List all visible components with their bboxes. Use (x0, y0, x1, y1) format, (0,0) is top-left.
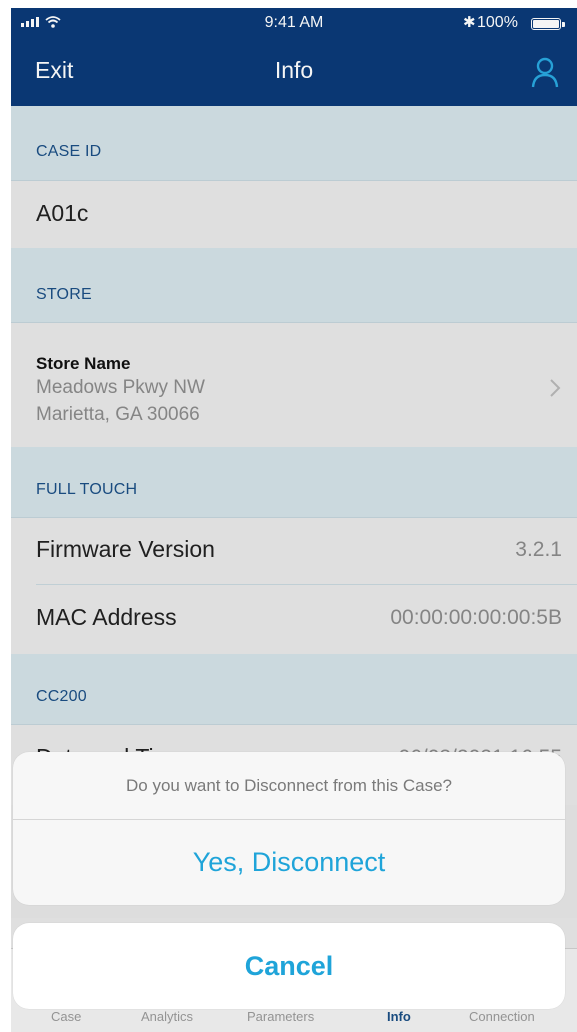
cancel-button[interactable]: Cancel (13, 923, 565, 1009)
action-sheet: Do you want to Disconnect from this Case… (13, 752, 565, 905)
yes-disconnect-button[interactable]: Yes, Disconnect (13, 820, 565, 905)
action-sheet-message: Do you want to Disconnect from this Case… (13, 752, 565, 820)
